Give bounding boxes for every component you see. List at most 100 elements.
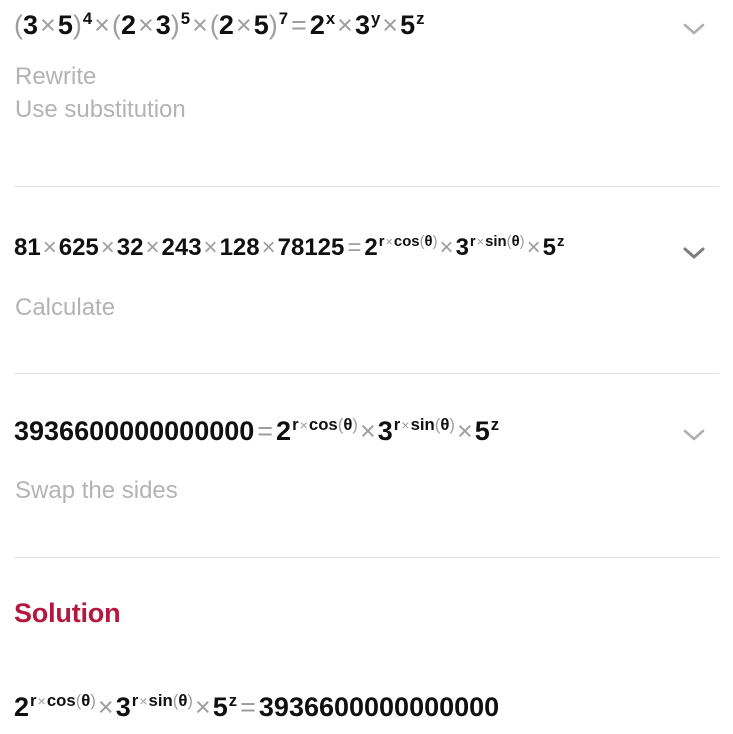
term: 32 — [116, 234, 144, 261]
step-2-equation: 81×625×32×243×128×78125 = 2r×cos(θ)×3r×sin… — [14, 232, 564, 260]
exponent-fn: sin — [485, 234, 507, 250]
exponent: r×cos(θ) — [292, 415, 358, 434]
step-divider-3 — [14, 557, 719, 558]
multiply-sign: × — [97, 692, 114, 722]
factor-base: 5 — [212, 692, 228, 722]
exponent-theta: θ — [178, 691, 188, 710]
term: 81 — [14, 234, 41, 261]
factor-base: 3 — [455, 234, 469, 261]
equals-sign: = — [257, 416, 274, 446]
term: 625 — [58, 234, 99, 261]
exponent-fn: sin — [410, 415, 435, 434]
exponent-fn: cos — [46, 691, 76, 710]
factor-base: 2 — [309, 10, 325, 40]
paren-close: ) — [519, 234, 525, 250]
multiply-sign: × — [299, 418, 308, 434]
paren-close: ) — [268, 10, 278, 40]
step-2-hint-calculate[interactable]: Calculate — [14, 291, 719, 324]
multiply-sign: × — [337, 10, 353, 40]
factor-base: 3 — [377, 416, 393, 446]
exponent: x — [325, 9, 336, 28]
exponent-var: r — [30, 691, 37, 710]
exponent-theta: θ — [511, 234, 520, 250]
term: 243 — [161, 234, 202, 261]
multiply-sign: × — [439, 234, 454, 261]
exponent-theta: θ — [81, 691, 91, 710]
solution-step-2: 81×625×32×243×128×78125 = 2r×cos(θ)×3r×sin… — [0, 232, 733, 324]
factor-base: 3 — [155, 10, 171, 40]
math-solution-page: (3×5)4×(2×3)5×(2×5)7 = 2x×3y×5z Rewrite Us… — [0, 0, 733, 734]
multiply-sign: × — [40, 10, 56, 40]
step-divider-1 — [14, 186, 719, 187]
equals-sign: = — [291, 10, 307, 40]
step-1-hint-use-substitution[interactable]: Use substitution — [14, 93, 719, 126]
paren-close: ) — [432, 234, 438, 250]
factor-base: 2 — [364, 234, 378, 261]
solution-step-3: 3936600000000000 = 2r×cos(θ)×3r×sin(θ)×5z … — [0, 414, 733, 507]
factor-base: 3 — [23, 10, 39, 40]
multiply-sign: × — [456, 416, 473, 446]
exponent-theta: θ — [424, 234, 433, 250]
exponent: z — [228, 691, 238, 710]
step-3-equation: 3936600000000000 = 2r×cos(θ)×3r×sin(θ)×5z — [14, 414, 499, 445]
exponent: r×sin(θ) — [470, 234, 525, 250]
equals-sign: = — [240, 692, 256, 722]
chevron-down-icon[interactable] — [681, 240, 707, 266]
solution-heading: Solution — [14, 598, 121, 628]
exponent: r×cos(θ) — [379, 234, 438, 250]
factor-base: 3 — [354, 10, 370, 40]
chevron-down-icon[interactable] — [681, 16, 707, 42]
multiply-sign: × — [42, 234, 57, 261]
multiply-sign: × — [139, 694, 148, 710]
step-1-hint-rewrite[interactable]: Rewrite — [14, 60, 719, 93]
exponent: r×sin(θ) — [132, 691, 193, 710]
solution-equation: 2r×cos(θ)×3r×sin(θ)×5z = 3936600000000000 — [14, 690, 719, 721]
paren-open: ( — [111, 10, 121, 40]
term: 78125 — [277, 234, 345, 261]
factor-base: 5 — [542, 234, 556, 261]
exponent: z — [556, 234, 565, 250]
multiply-sign: × — [476, 235, 485, 249]
solution-value: 3936600000000000 — [258, 692, 500, 722]
exponent: y — [370, 9, 381, 28]
multiply-sign: × — [194, 692, 211, 722]
multiply-sign: × — [203, 234, 218, 261]
step-1-equation-row[interactable]: (3×5)4×(2×3)5×(2×5)7 = 2x×3y×5z — [14, 8, 719, 42]
exponent-fn: cos — [393, 234, 420, 250]
multiply-sign: × — [385, 235, 393, 249]
multiply-sign: × — [145, 234, 160, 261]
multiply-sign: × — [192, 10, 208, 40]
left-value: 3936600000000000 — [14, 416, 255, 446]
factor-base: 2 — [276, 416, 292, 446]
factor-base: 2 — [120, 10, 136, 40]
step-3-hint-swap-the-sides[interactable]: Swap the sides — [14, 474, 719, 507]
factor-base: 5 — [400, 10, 416, 40]
multiply-sign: × — [137, 10, 154, 40]
exponent-var: r — [469, 234, 476, 250]
exponent: r×cos(θ) — [30, 691, 96, 710]
multiply-sign: × — [526, 234, 541, 261]
factor-base: 5 — [253, 10, 269, 40]
term: 128 — [219, 234, 260, 261]
multiply-sign: × — [401, 418, 410, 434]
paren-close: ) — [72, 10, 82, 40]
exponent: z — [416, 9, 425, 28]
exponent-fn: cos — [308, 415, 338, 434]
step-divider-2 — [14, 373, 719, 374]
multiply-sign: × — [100, 234, 115, 261]
paren-open: ( — [14, 10, 23, 40]
step-2-equation-row[interactable]: 81×625×32×243×128×78125 = 2r×cos(θ)×3r×sin… — [14, 232, 719, 266]
chevron-down-icon[interactable] — [681, 422, 707, 448]
paren-close: ) — [170, 10, 180, 40]
multiply-sign: × — [94, 10, 110, 40]
exponent: 5 — [180, 9, 191, 28]
exponent-fn: sin — [148, 691, 173, 710]
step-1-equation: (3×5)4×(2×3)5×(2×5)7 = 2x×3y×5z — [14, 8, 424, 39]
exponent: r×sin(θ) — [394, 415, 455, 434]
factor-base: 5 — [474, 416, 490, 446]
factor-base: 3 — [115, 692, 131, 722]
factor-base: 2 — [14, 692, 30, 722]
step-3-equation-row[interactable]: 3936600000000000 = 2r×cos(θ)×3r×sin(θ)×5z — [14, 414, 719, 448]
exponent: z — [490, 415, 500, 434]
paren-open: ( — [209, 10, 219, 40]
